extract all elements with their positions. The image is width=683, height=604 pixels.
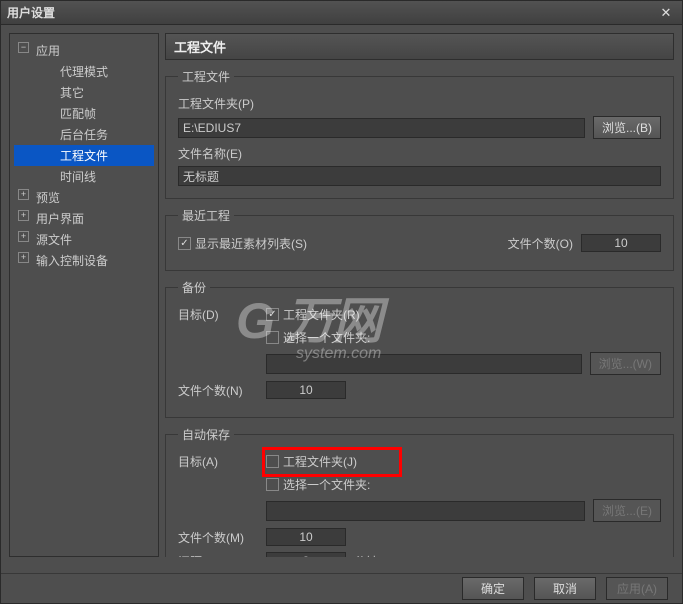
tree-app[interactable]: −应用 [14, 40, 154, 61]
autosave-legend: 自动保存 [178, 426, 234, 443]
recent-group: 最近工程 ✓显示最近素材列表(S) 文件个数(O) [165, 207, 674, 271]
close-icon[interactable]: ✕ [656, 5, 676, 21]
expand-icon[interactable]: + [18, 210, 29, 221]
checkbox-checked-icon: ✓ [178, 237, 191, 250]
tree-project-file[interactable]: 工程文件 [14, 145, 154, 166]
tree-input-ctrl[interactable]: +输入控制设备 [14, 250, 154, 271]
backup-count-input[interactable] [266, 381, 346, 399]
tree-other[interactable]: 其它 [14, 82, 154, 103]
autosave-folder-input[interactable] [266, 501, 585, 521]
main-panel: 工程文件 工程文件 工程文件夹(P) 浏览...(B) 文件名称(E) 最近工程… [165, 33, 674, 557]
autosave-browse-button: 浏览...(E) [593, 499, 661, 522]
dialog-footer: 确定 取消 应用(A) [1, 573, 682, 603]
backup-legend: 备份 [178, 279, 210, 296]
project-group: 工程文件 工程文件夹(P) 浏览...(B) 文件名称(E) [165, 68, 674, 199]
tree-proxy-mode[interactable]: 代理模式 [14, 61, 154, 82]
checkbox-checked-icon: ✓ [266, 308, 279, 321]
recent-legend: 最近工程 [178, 207, 234, 224]
show-recent-checkbox[interactable]: ✓显示最近素材列表(S) [178, 235, 307, 252]
backup-group: 备份 目标(D) ✓工程文件夹(R) 选择一个文件夹: 浏览...(W) 文件个… [165, 279, 674, 418]
project-name-input[interactable] [178, 166, 661, 186]
tree-bg-task[interactable]: 后台任务 [14, 124, 154, 145]
recent-count-label: 文件个数(O) [508, 235, 573, 252]
tree-match-frame[interactable]: 匹配帧 [14, 103, 154, 124]
cancel-button[interactable]: 取消 [534, 577, 596, 600]
section-header: 工程文件 [165, 33, 674, 60]
project-folder-input[interactable] [178, 118, 585, 138]
titlebar: 用户设置 ✕ [1, 1, 682, 25]
backup-proj-folder-checkbox[interactable]: ✓工程文件夹(R) [266, 306, 360, 323]
expand-icon[interactable]: + [18, 231, 29, 242]
backup-count-label: 文件个数(N) [178, 382, 258, 399]
autosave-interval-label: 间隔(I) [178, 553, 258, 558]
user-settings-dialog: 用户设置 ✕ −应用 代理模式 其它 匹配帧 后台任务 工程文件 时间线 +预览… [0, 0, 683, 604]
expand-icon[interactable]: + [18, 252, 29, 263]
tree-timeline[interactable]: 时间线 [14, 166, 154, 187]
checkbox-unchecked-icon [266, 455, 279, 468]
name-label: 文件名称(E) [178, 145, 661, 162]
nav-tree: −应用 代理模式 其它 匹配帧 后台任务 工程文件 时间线 +预览 +用户界面 … [9, 33, 159, 557]
backup-browse-button: 浏览...(W) [590, 352, 661, 375]
tree-source[interactable]: +源文件 [14, 229, 154, 250]
project-legend: 工程文件 [178, 68, 234, 85]
checkbox-unchecked-icon [266, 478, 279, 491]
tree-ui[interactable]: +用户界面 [14, 208, 154, 229]
autosave-count-input[interactable] [266, 528, 346, 546]
backup-target-label: 目标(D) [178, 306, 258, 323]
autosave-target-label: 目标(A) [178, 453, 258, 470]
collapse-icon[interactable]: − [18, 42, 29, 53]
recent-count-input[interactable] [581, 234, 661, 252]
ok-button[interactable]: 确定 [462, 577, 524, 600]
autosave-interval-unit: 分钟 [354, 553, 378, 558]
backup-choose-folder-checkbox[interactable]: 选择一个文件夹: [266, 329, 370, 346]
autosave-choose-folder-checkbox[interactable]: 选择一个文件夹: [266, 476, 370, 493]
backup-folder-input[interactable] [266, 354, 582, 374]
autosave-count-label: 文件个数(M) [178, 529, 258, 546]
tree-preview[interactable]: +预览 [14, 187, 154, 208]
autosave-group: 自动保存 目标(A) 工程文件夹(J) 选择一个文件夹: 浏览...(E) 文件… [165, 426, 674, 557]
autosave-interval-input[interactable] [266, 552, 346, 557]
checkbox-unchecked-icon [266, 331, 279, 344]
autosave-proj-folder-checkbox[interactable]: 工程文件夹(J) [266, 453, 357, 470]
browse-button[interactable]: 浏览...(B) [593, 116, 661, 139]
expand-icon[interactable]: + [18, 189, 29, 200]
dialog-title: 用户设置 [7, 4, 656, 21]
apply-button: 应用(A) [606, 577, 668, 600]
folder-label: 工程文件夹(P) [178, 95, 661, 112]
